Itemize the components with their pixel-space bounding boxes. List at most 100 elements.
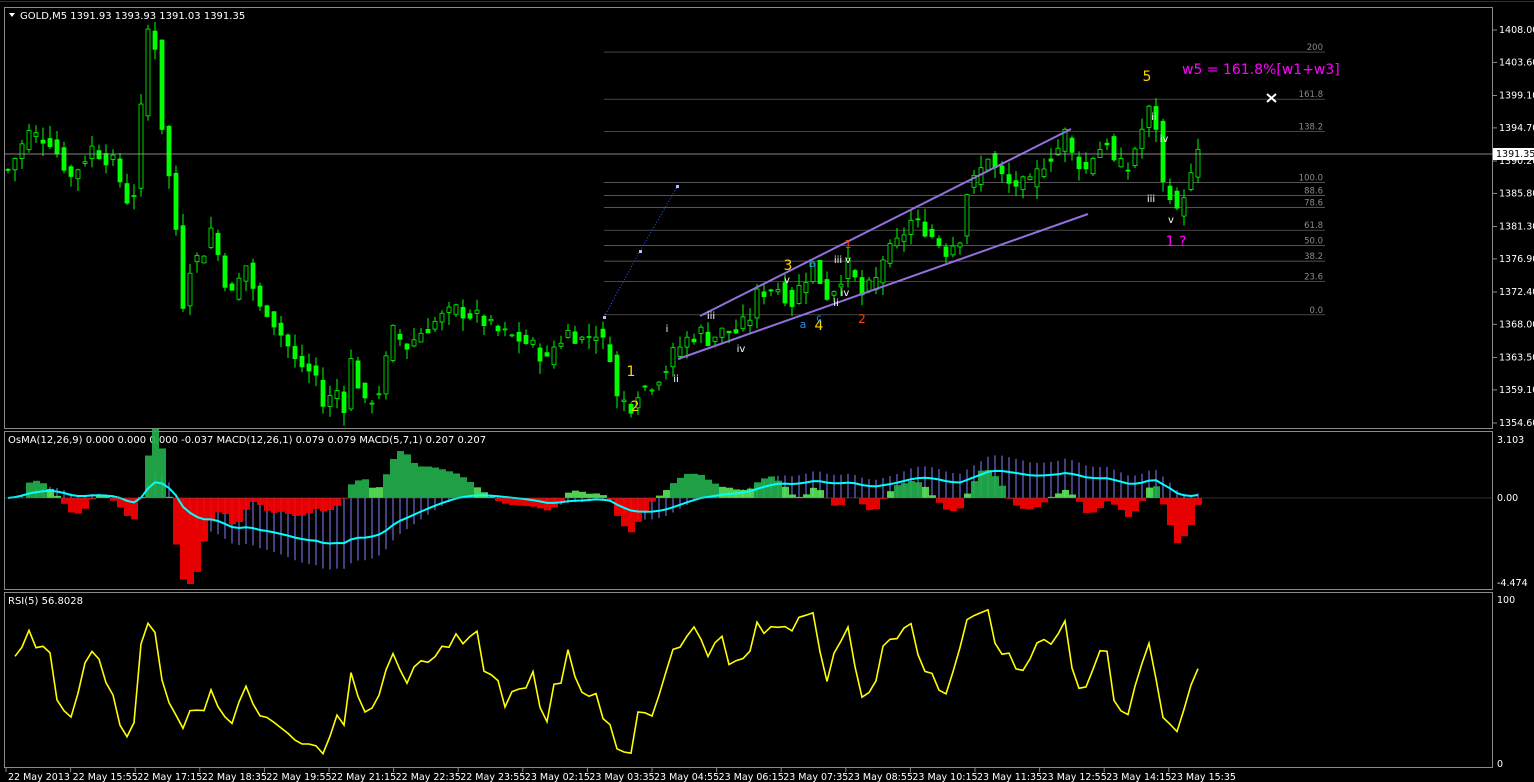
candle-body (999, 165, 1005, 175)
wedge-upper-line[interactable] (699, 128, 1072, 317)
candle-body (656, 381, 662, 386)
candle-body (607, 344, 613, 363)
osma-bar (418, 466, 425, 498)
time-tick-label: 23 May 10:15 (912, 772, 977, 782)
candle-body (334, 390, 340, 399)
price-tick-label: 1368.00 (1499, 319, 1534, 330)
candle-body (61, 147, 67, 171)
candle-body (1090, 158, 1096, 175)
osma-bar (383, 474, 390, 498)
dropdown-icon[interactable] (9, 13, 15, 17)
price-tick-label: 1385.80 (1499, 188, 1534, 199)
candle-body (26, 130, 32, 151)
candle-body (229, 283, 235, 291)
target-cross-icon (1266, 93, 1277, 103)
candle-body (502, 328, 508, 331)
candle-body (642, 385, 648, 388)
osma-bar (789, 494, 796, 498)
osma-bar (292, 498, 299, 516)
candle-body (649, 389, 655, 392)
osma-bar (285, 498, 292, 514)
osma-bar (313, 498, 320, 509)
osma-bar (642, 498, 649, 512)
candle-body (761, 291, 767, 298)
osma-bar (691, 473, 698, 498)
candle-body (404, 343, 410, 350)
candle-body (516, 331, 522, 342)
candle-body (341, 391, 347, 413)
candle-body (40, 139, 46, 144)
candle-body (411, 339, 417, 347)
osma-bar (1125, 498, 1132, 517)
osma-tick-label: 3.103 (1497, 435, 1524, 446)
candle-body (131, 195, 137, 198)
osma-bar (1034, 498, 1041, 508)
fibonacci-levels[interactable]: 200161.8138.2100.088.678.661.850.038.223… (604, 43, 1325, 316)
wave-label: c (816, 313, 822, 324)
osma-bar (943, 498, 950, 510)
candle-body (677, 346, 683, 357)
osma-bar (586, 493, 593, 498)
candle-body (950, 245, 956, 256)
wedge-lower-line[interactable] (677, 213, 1089, 360)
time-tick-label: 23 May 14:15 (1106, 772, 1171, 782)
candle-body (726, 330, 732, 334)
osma-bar (369, 487, 376, 498)
osma-bar (495, 498, 502, 502)
candle-body (586, 336, 592, 338)
candle-body (754, 288, 760, 319)
osma-bar (1013, 498, 1020, 506)
candle-body (572, 331, 578, 344)
trading-chart[interactable]: GOLD,M5 1391.93 1393.93 1391.03 1391.35 … (0, 0, 1534, 782)
fib-level-label: 161.8 (1299, 90, 1323, 100)
time-tick-label: 23 May 12:55 (1042, 772, 1107, 782)
candle-body (1013, 180, 1019, 187)
osma-header: OsMA(12,26,9) 0.000 0.000 0.000 -0.037 M… (8, 435, 486, 446)
candle-body (453, 304, 459, 315)
candle-body (215, 232, 221, 255)
candle-body (768, 289, 774, 292)
wave-label: 2 (858, 312, 866, 326)
candle-body (600, 328, 606, 338)
osma-bar (82, 498, 89, 509)
candle-body (250, 262, 256, 289)
wave-label: iv (1160, 134, 1169, 145)
osma-bar (1090, 498, 1097, 513)
wave-label: iv (841, 288, 850, 299)
candle-body (698, 326, 704, 334)
rsi-tick-label: 100 (1497, 595, 1515, 606)
osma-bar (1195, 498, 1202, 505)
candle-body (180, 225, 186, 309)
time-tick-label: 22 May 21:15 (331, 772, 396, 782)
osma-bar (684, 473, 691, 498)
candle-body (1188, 172, 1194, 190)
candle-body (488, 318, 494, 322)
wave-label: ii (1151, 112, 1157, 123)
osma-bar (54, 495, 61, 498)
candle-body (901, 234, 907, 242)
candle-body (922, 221, 928, 237)
candle-body (446, 306, 452, 313)
wave-label: iii (834, 255, 842, 266)
candle-body (824, 279, 830, 300)
candle-body (537, 347, 543, 362)
osma-bar (705, 479, 712, 498)
time-tick-label: 22 May 23:55 (460, 772, 525, 782)
osma-bar (194, 498, 201, 572)
osma-bar (565, 492, 572, 498)
fib-level-label: 0.0 (1309, 306, 1323, 316)
osma-bar (173, 498, 180, 545)
osma-bar (579, 491, 586, 498)
candle-body (89, 145, 95, 159)
candle-body (908, 219, 914, 235)
osma-bar (817, 490, 824, 498)
candle-body (1083, 161, 1089, 170)
time-tick-label: 23 May 11:35 (977, 772, 1042, 782)
candle-body (194, 255, 200, 263)
candle-body (110, 154, 116, 160)
osma-bar (971, 481, 978, 498)
osma-bar (446, 471, 453, 498)
wedge-channel[interactable] (677, 128, 1089, 360)
candle-body (880, 259, 886, 284)
candle-body (369, 402, 375, 405)
